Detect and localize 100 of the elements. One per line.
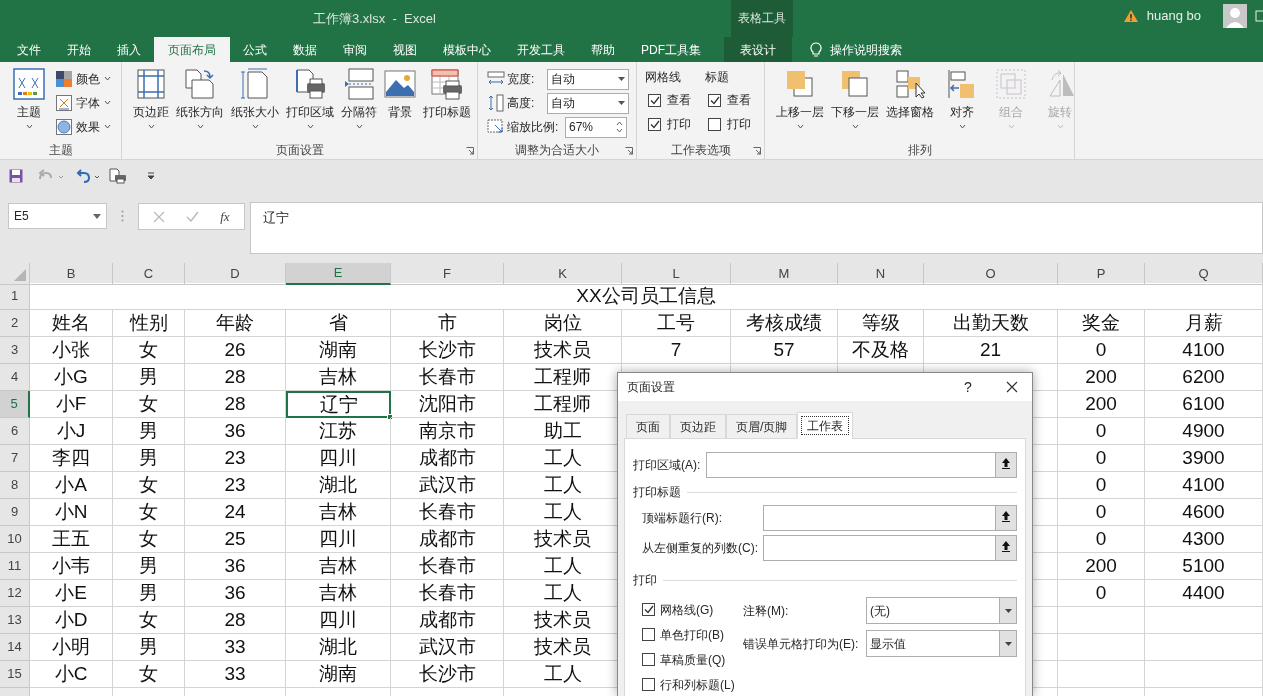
ribbon-tab[interactable]: 视图	[380, 37, 430, 62]
dialog-tab[interactable]: 页面	[626, 414, 670, 438]
ribbon-tab[interactable]: 页面布局	[154, 37, 230, 62]
ribbon-button[interactable]: 对齐	[938, 68, 986, 141]
table-cell: 吉林	[286, 364, 391, 391]
column-header[interactable]: N	[838, 263, 924, 285]
row-header[interactable]: 5	[0, 391, 30, 418]
field-label: 缩放比例:	[507, 119, 560, 136]
column-header[interactable]: L	[622, 263, 731, 285]
table-cell: 市	[391, 310, 504, 337]
table-cell: 成都市	[391, 526, 504, 553]
ribbon-button[interactable]: 颜色	[56, 68, 111, 89]
field-label: 宽度:	[507, 71, 536, 88]
dropdown-field[interactable]: 显示值	[866, 630, 1017, 657]
ribbon-button[interactable]: 上移一层	[773, 68, 827, 141]
dropdown-field[interactable]: 自动	[547, 92, 629, 114]
ribbon-button[interactable]: 打印标题	[420, 68, 474, 141]
ribbon-tab[interactable]: 模板中心	[430, 37, 504, 62]
ribbon-button[interactable]: 效果	[56, 116, 111, 137]
table-cell: 四川	[286, 445, 391, 472]
table-cell: 长春市	[391, 553, 504, 580]
table-cell: 小张	[30, 337, 113, 364]
group-label: 页面设置	[274, 142, 325, 159]
row-header[interactable]: 14	[0, 634, 30, 661]
row-header[interactable]: 3	[0, 337, 30, 364]
dropdown-field[interactable]: (无)	[866, 597, 1017, 624]
column-header[interactable]: F	[391, 263, 504, 285]
row-header[interactable]: 13	[0, 607, 30, 634]
row-header[interactable]: 10	[0, 526, 30, 553]
row-header[interactable]: 15	[0, 661, 30, 688]
ribbon-tab[interactable]: PDF工具集	[628, 37, 714, 62]
column-header[interactable]: Q	[1145, 263, 1263, 285]
ribbon-button[interactable]: 分隔符	[338, 68, 380, 141]
column-header[interactable]: K	[504, 263, 622, 285]
table-cell: 吉林	[286, 553, 391, 580]
formula-field[interactable]: 辽宁	[250, 202, 1263, 254]
ribbon-button[interactable]: 主题	[10, 68, 48, 141]
row-header[interactable]: 11	[0, 553, 30, 580]
table-cell: 4100	[1145, 337, 1263, 364]
table-cell: 200	[1058, 391, 1145, 418]
ribbon-tab[interactable]: 表设计	[724, 37, 792, 62]
table-cell: 湖南	[286, 661, 391, 688]
spinner-field[interactable]: 67%	[565, 116, 627, 138]
row-header[interactable]: 9	[0, 499, 30, 526]
table-cell: 7	[622, 337, 731, 364]
row-header[interactable]: 7	[0, 445, 30, 472]
active-cell[interactable]: 辽宁	[286, 391, 391, 418]
ribbon-button[interactable]: 选择窗格	[883, 68, 937, 141]
ribbon-tab[interactable]: 数据	[280, 37, 330, 62]
ribbon-tab[interactable]: 开发工具	[504, 37, 578, 62]
ribbon-tab[interactable]: 开始	[54, 37, 104, 62]
ribbon-button[interactable]: 背景	[381, 68, 419, 141]
table-cell: 成都市	[391, 445, 504, 472]
table-cell: 吉林	[286, 499, 391, 526]
option-heading: 标题	[705, 69, 730, 86]
column-header[interactable]: C	[113, 263, 185, 285]
row-header[interactable]: 1	[0, 283, 30, 310]
table-cell: 沈阳市	[391, 391, 504, 418]
column-header[interactable]: E	[286, 263, 391, 285]
table-cell: 23	[185, 445, 286, 472]
dialog-tab[interactable]: 页眉/页脚	[726, 414, 798, 438]
name-box[interactable]: E5	[8, 203, 107, 229]
ribbon-button[interactable]: 纸张大小	[228, 68, 282, 141]
column-header[interactable]: M	[731, 263, 838, 285]
table-cell: 26	[185, 337, 286, 364]
table-cell: 小E	[30, 580, 113, 607]
insert-function-button[interactable]: fx	[220, 206, 230, 227]
tell-me-search[interactable]: 操作说明搜索	[830, 40, 902, 59]
ribbon-button[interactable]: 字体	[56, 92, 111, 113]
dialog-tab[interactable]: 页边距	[670, 414, 726, 438]
table-cell: 24	[185, 499, 286, 526]
ribbon-tab[interactable]: 帮助	[578, 37, 628, 62]
table-cell: 女	[113, 499, 185, 526]
field-label: 错误单元格打印为(E):	[743, 635, 860, 653]
ribbon-tab[interactable]: 审阅	[330, 37, 380, 62]
ribbon-tab[interactable]: 插入	[104, 37, 154, 62]
ribbon-button[interactable]: 打印区域	[283, 68, 337, 141]
column-header[interactable]: B	[30, 263, 113, 285]
ribbon-button[interactable]: 下移一层	[828, 68, 882, 141]
row-header[interactable]: 2	[0, 310, 30, 337]
ribbon-button[interactable]: 纸张方向	[173, 68, 227, 141]
checkbox-label: 查看	[667, 92, 691, 109]
row-header[interactable]: 8	[0, 472, 30, 499]
row-header[interactable]: 6	[0, 418, 30, 445]
dialog-tab[interactable]: 工作表	[797, 412, 854, 439]
row-header[interactable]: 4	[0, 364, 30, 391]
column-header[interactable]: O	[924, 263, 1058, 285]
table-cell: 四川	[286, 526, 391, 553]
table-cell: 21	[924, 337, 1058, 364]
column-header[interactable]: P	[1058, 263, 1145, 285]
table-cell: 长春市	[391, 364, 504, 391]
ribbon-button[interactable]: 页边距	[130, 68, 172, 141]
field-label: 顶端标题行(R):	[642, 510, 722, 527]
ribbon-tab[interactable]: 文件	[4, 37, 54, 62]
dropdown-field[interactable]: 自动	[547, 68, 629, 90]
ribbon-tab[interactable]: 公式	[230, 37, 280, 62]
help-button[interactable]: ?	[958, 376, 978, 398]
table-cell: 岗位	[504, 310, 622, 337]
table-cell: 33	[185, 661, 286, 688]
row-header[interactable]: 12	[0, 580, 30, 607]
